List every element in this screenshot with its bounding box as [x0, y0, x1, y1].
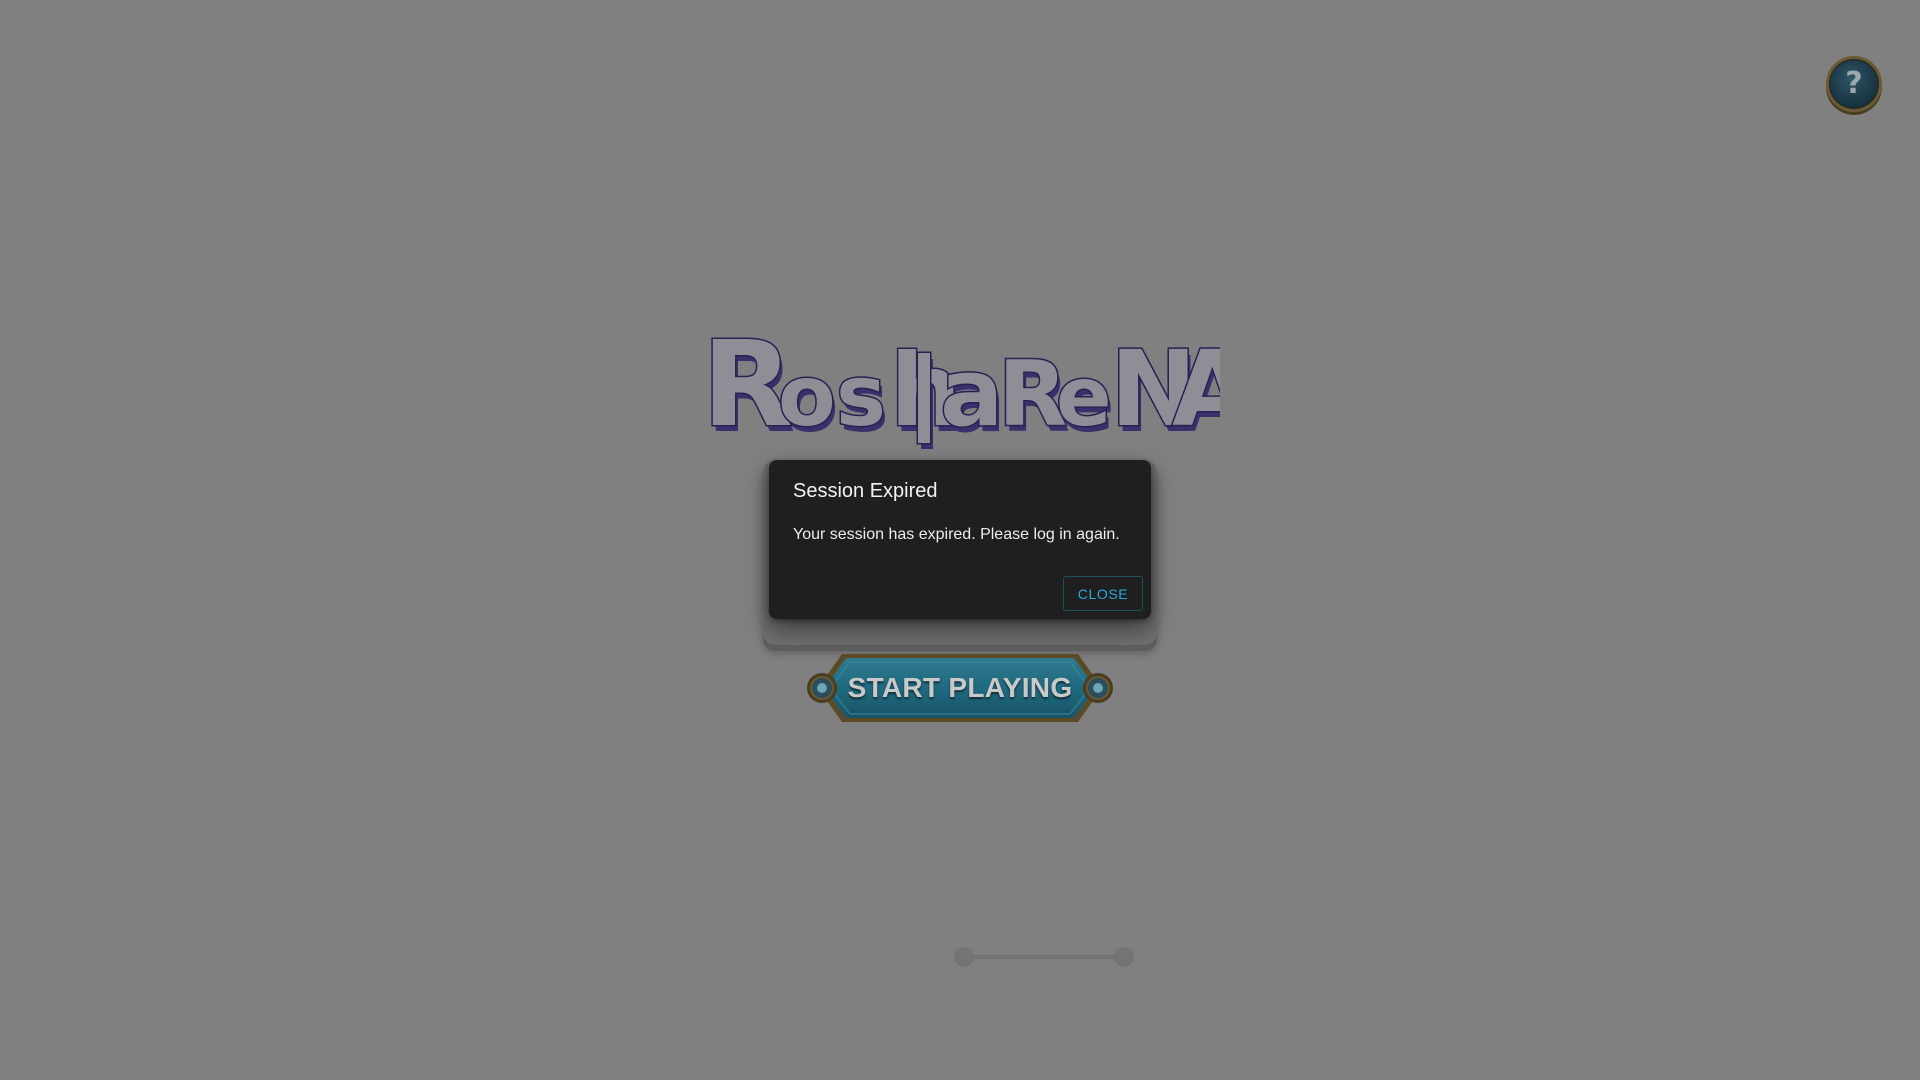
game-screen: ? R o s h a R e N A R o s h — [0, 0, 1920, 1080]
svg-text:s: s — [836, 347, 886, 445]
slider-track — [962, 955, 1126, 959]
dialog-title: Session Expired — [793, 480, 938, 502]
svg-text:A: A — [1172, 328, 1220, 450]
game-logo: R o s h a R e N A R o s h a R e N — [700, 305, 1221, 465]
slider-max-thumb[interactable] — [1114, 947, 1134, 967]
svg-text:e: e — [1056, 350, 1112, 445]
svg-text:o: o — [778, 347, 836, 445]
close-button[interactable]: CLOSE — [1063, 576, 1143, 611]
volume-slider[interactable] — [952, 946, 1136, 968]
svg-text:a: a — [940, 339, 1003, 448]
session-expired-dialog: Session Expired Your session has expired… — [769, 460, 1151, 619]
dialog-message: Your session has expired. Please log in … — [793, 526, 1120, 543]
slider-min-thumb[interactable] — [954, 947, 974, 967]
question-mark-icon: ? — [1845, 66, 1863, 101]
start-playing-button[interactable]: START PLAYING — [806, 652, 1114, 724]
help-button[interactable]: ? — [1826, 56, 1882, 112]
start-playing-label: START PLAYING — [847, 672, 1073, 703]
